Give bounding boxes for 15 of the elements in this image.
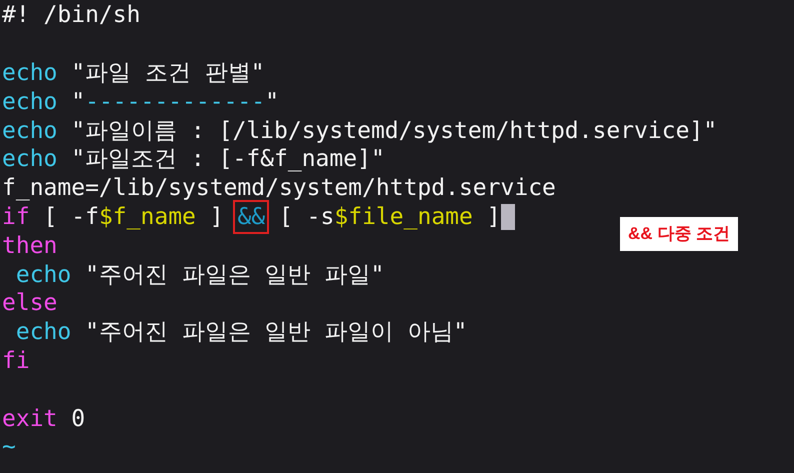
- annotation-label: && 다중 조건: [620, 217, 738, 250]
- code-line: echo "-------------": [2, 88, 279, 116]
- code-line: then: [2, 232, 58, 260]
- code-line: f_name=/lib/systemd/system/httpd.service: [2, 174, 556, 202]
- code-line: echo "파일 조건 판별": [2, 58, 265, 87]
- code-line: else: [2, 289, 58, 318]
- code-line: echo "파일이름 : [/lib/systemd/system/httpd.service]": [2, 116, 718, 145]
- code-line: exit 0: [2, 404, 86, 433]
- code-line: if [ -f$f_name ] && [ -s$file_name ]: [2, 202, 501, 231]
- code-line: fi: [2, 346, 30, 375]
- code-line: #! /bin/sh: [2, 1, 140, 30]
- code-line: echo "파일조건 : [-f&f_name]": [2, 145, 385, 174]
- code-line: echo "주어진 파일은 일반 파일이 아님": [14, 318, 468, 346]
- code-line: ~: [2, 433, 16, 462]
- code-line: echo "주어진 파일은 일반 파일": [14, 260, 384, 289]
